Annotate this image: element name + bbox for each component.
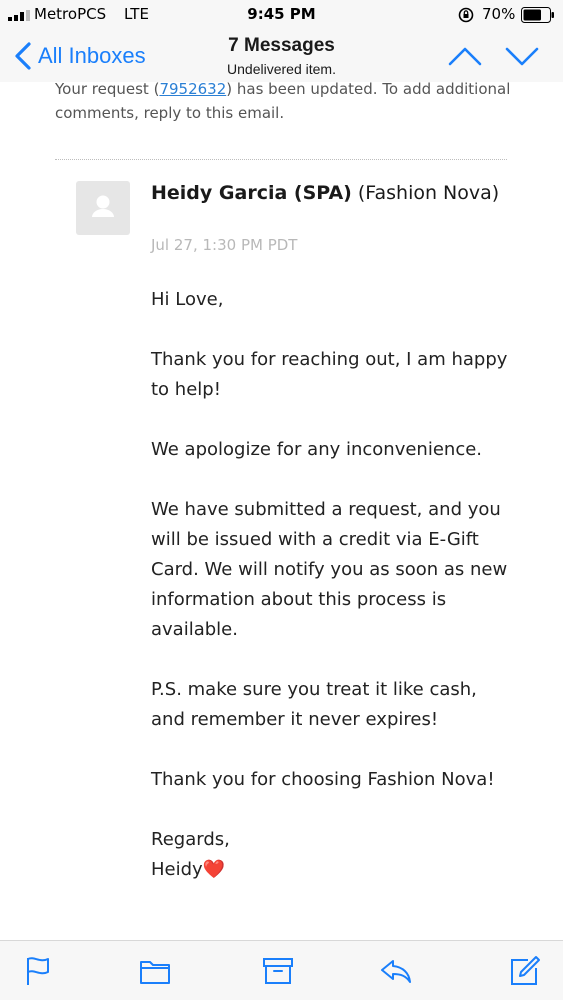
- flag-icon: [27, 957, 49, 985]
- signature-line: Heidy❤️: [151, 855, 511, 885]
- rotation-lock-icon: [458, 7, 474, 23]
- compose-button[interactable]: [508, 955, 542, 987]
- sender-avatar: [76, 181, 130, 235]
- reply-icon: [381, 960, 411, 983]
- navigation-bar: All Inboxes 7 Messages Undelivered item.: [0, 30, 563, 82]
- message-date: Jul 27, 1:30 PM PDT: [151, 236, 298, 254]
- status-bar: MetroPCS LTE 9:45 PM 70%: [0, 0, 563, 30]
- compose-icon: [511, 956, 540, 985]
- request-number-link[interactable]: 7952632: [159, 82, 226, 98]
- folder-icon: [140, 961, 170, 984]
- paragraph-credit: We have submitted a request, and you wil…: [151, 499, 508, 640]
- bottom-toolbar: [0, 940, 563, 1000]
- reply-button[interactable]: [379, 955, 413, 987]
- archive-button[interactable]: [261, 955, 295, 987]
- flag-button[interactable]: [22, 955, 56, 987]
- sender-line[interactable]: Heidy Garcia (SPA) (Fashion Nova): [151, 180, 511, 206]
- message-divider: [55, 159, 507, 160]
- status-time: 9:45 PM: [247, 5, 316, 23]
- paragraph-apology: We apologize for any inconvenience.: [151, 439, 483, 460]
- signature: Heidy: [151, 859, 203, 880]
- battery-icon: [521, 7, 554, 23]
- message-content: Your request (7952632) has been updated.…: [0, 82, 563, 940]
- paragraph-ps: P.S. make sure you treat it like cash, a…: [151, 679, 477, 730]
- closing: Regards,: [151, 829, 230, 850]
- mail-screen: MetroPCS LTE 9:45 PM 70% All Inboxes 7 M…: [0, 0, 563, 1000]
- sender-organization: (Fashion Nova): [357, 182, 500, 204]
- move-to-folder-button[interactable]: [138, 955, 172, 987]
- heart-emoji: ❤️: [202, 859, 226, 880]
- greeting: Hi Love,: [151, 289, 224, 310]
- person-icon: [92, 195, 114, 217]
- battery-percentage: 70%: [482, 5, 516, 23]
- previous-message-chevron-up-icon[interactable]: [446, 44, 484, 68]
- message-body: Hi Love, Thank you for reaching out, I a…: [151, 285, 511, 885]
- archive-icon: [263, 958, 293, 984]
- previous-message-footer: Your request (7952632) has been updated.…: [55, 82, 525, 125]
- next-message-chevron-down-icon[interactable]: [503, 44, 541, 68]
- previous-message-text-start: Your request (: [55, 82, 160, 98]
- paragraph-closing-thanks: Thank you for choosing Fashion Nova!: [151, 769, 495, 790]
- sign-off: Regards, Heidy❤️: [151, 825, 511, 885]
- sender-name: Heidy Garcia (SPA): [151, 182, 352, 204]
- paragraph-thanks: Thank you for reaching out, I am happy t…: [151, 349, 508, 400]
